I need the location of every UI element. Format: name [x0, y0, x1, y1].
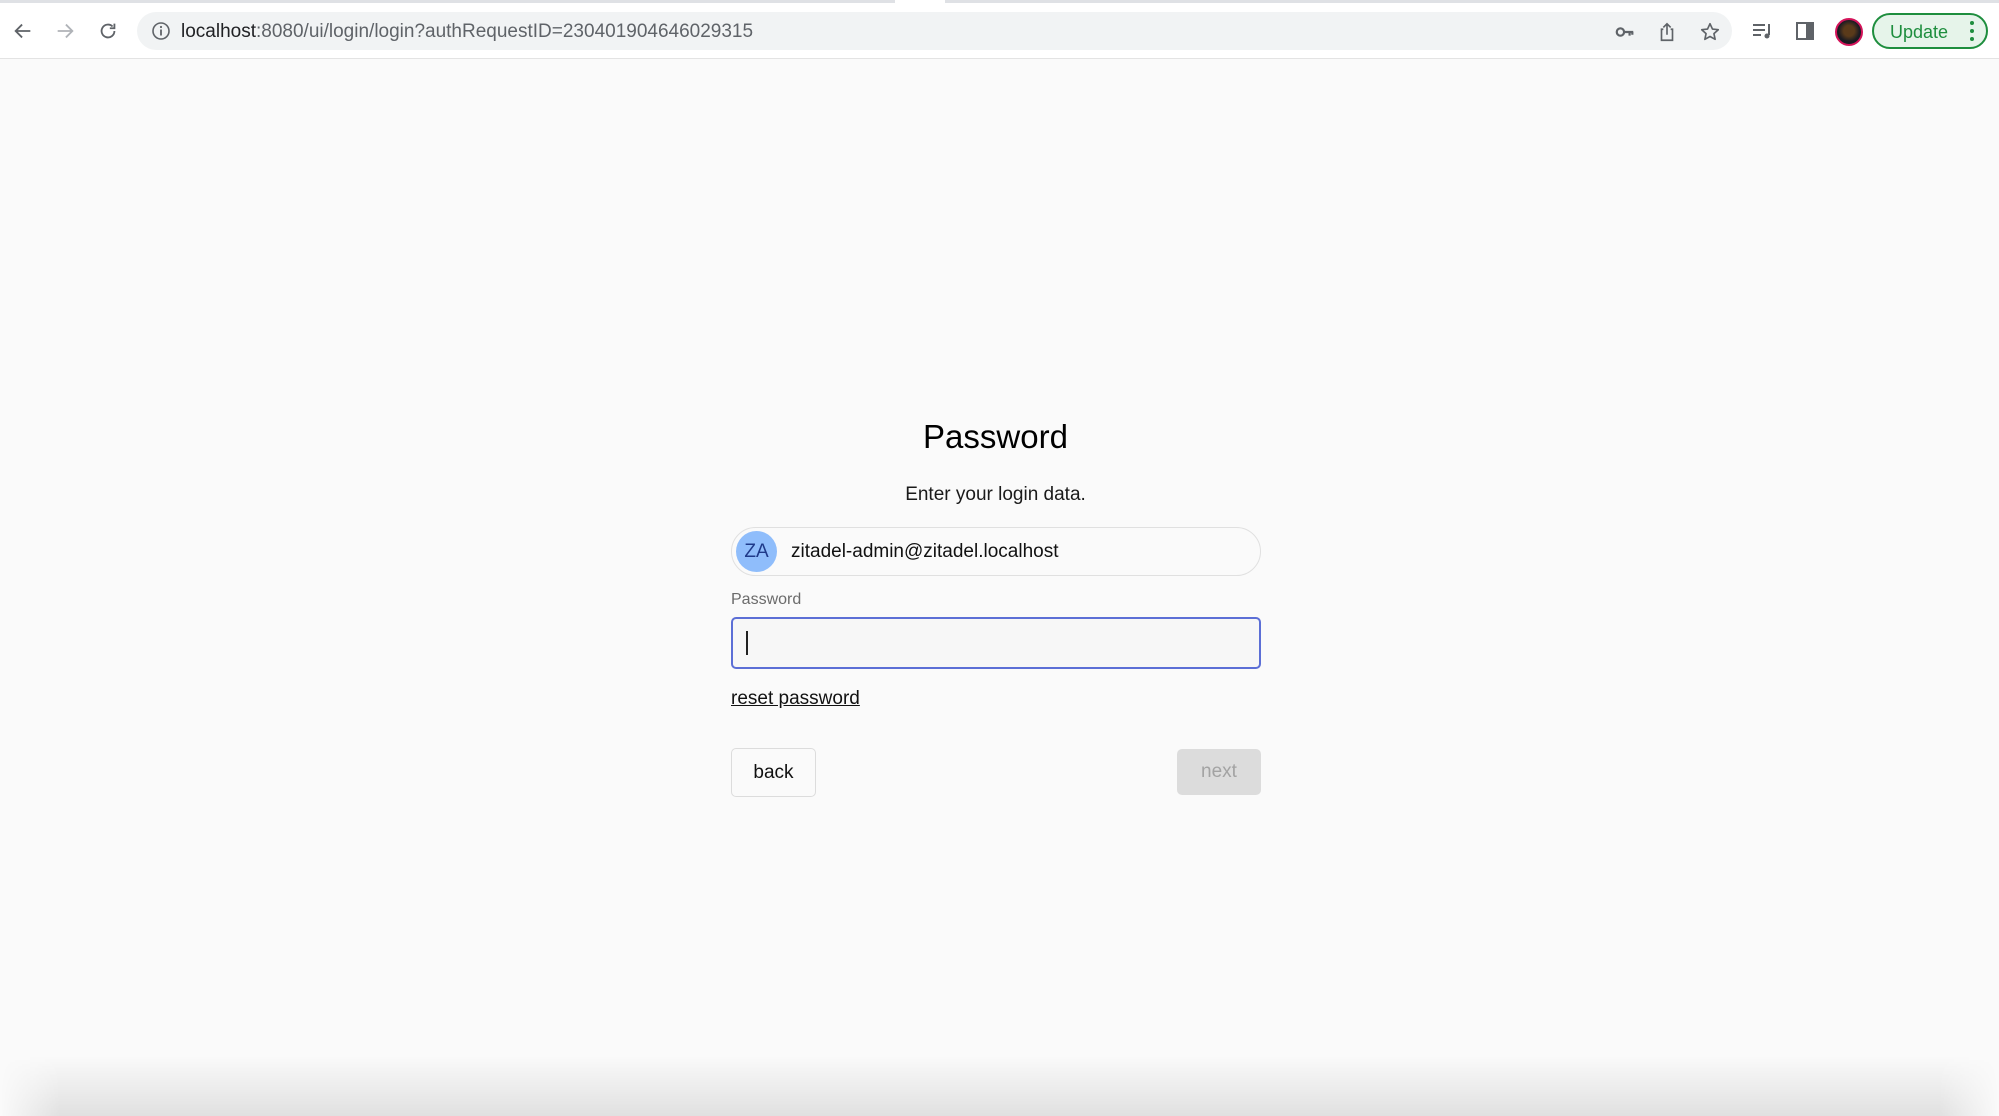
back-arrow-icon [14, 23, 31, 39]
text-caret [746, 631, 748, 655]
star-icon[interactable] [1699, 21, 1721, 43]
more-menu-icon[interactable] [1970, 21, 1974, 45]
user-avatar: ZA [736, 531, 777, 572]
profile-avatar[interactable] [1835, 18, 1863, 46]
url-host: localhost [181, 21, 256, 42]
share-icon[interactable] [1656, 21, 1678, 43]
login-page: Password Enter your login data. ZA zitad… [0, 59, 1999, 1116]
password-label: Password [731, 591, 802, 608]
reload-button[interactable] [93, 16, 123, 46]
forward-arrow-icon [57, 23, 74, 39]
page-subtitle: Enter your login data. [905, 484, 1086, 505]
user-chip[interactable]: ZA zitadel-admin@zitadel.localhost [731, 527, 1261, 576]
info-icon[interactable] [151, 21, 171, 41]
side-panel-icon[interactable] [1793, 19, 1817, 43]
forward-nav-button[interactable] [50, 16, 80, 46]
user-email: zitadel-admin@zitadel.localhost [791, 541, 1059, 562]
reload-icon [100, 23, 116, 39]
address-bar[interactable]: localhost:8080/ui/login/login?authReques… [137, 12, 1732, 50]
next-button[interactable]: next [1177, 749, 1261, 795]
url-path: :8080/ui/login/login?authRequestID=23040… [256, 21, 754, 42]
bottom-shadow [0, 1056, 1999, 1116]
url-text[interactable]: localhost:8080/ui/login/login?authReques… [181, 21, 753, 43]
password-input[interactable] [731, 617, 1261, 669]
page-title: Password [923, 418, 1068, 455]
reset-password-link[interactable]: reset password [731, 688, 860, 710]
update-label: Update [1890, 22, 1949, 42]
back-button[interactable]: back [731, 748, 816, 797]
key-icon[interactable] [1614, 21, 1636, 43]
browser-toolbar: localhost:8080/ui/login/login?authReques… [0, 3, 1999, 59]
media-queue-icon[interactable] [1750, 19, 1774, 43]
back-nav-button[interactable] [8, 16, 38, 46]
update-button[interactable]: Update [1872, 13, 1988, 49]
